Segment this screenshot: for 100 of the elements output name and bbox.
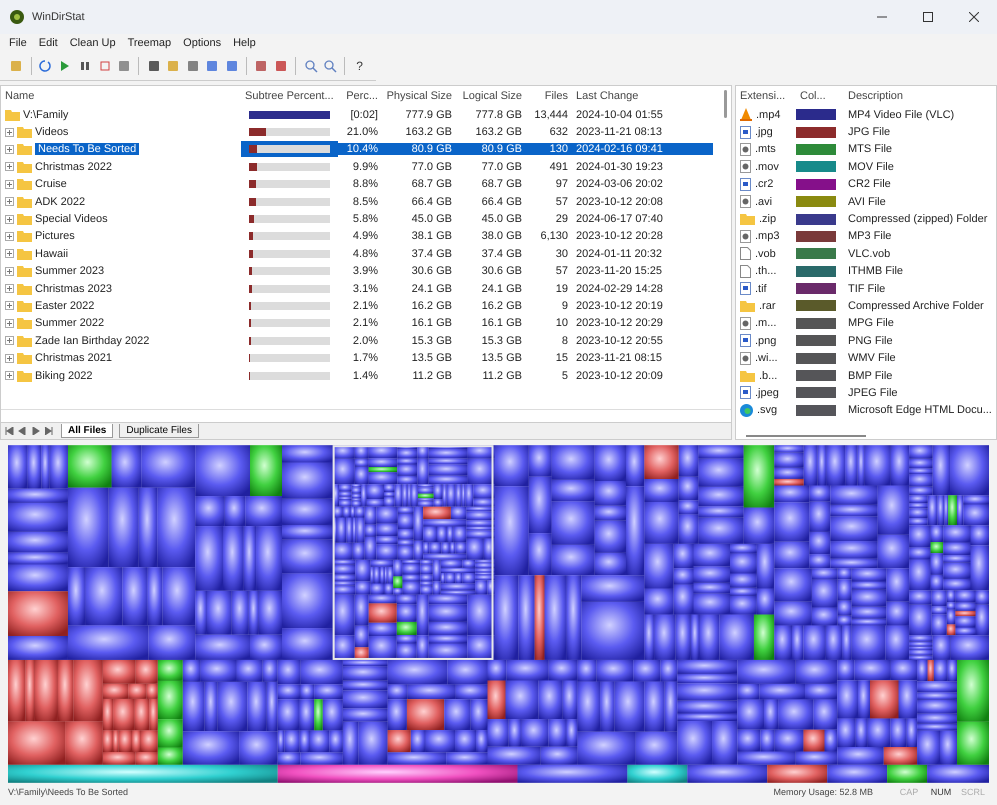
extension-label: .cr2 — [755, 178, 774, 190]
table-cell-text: 24.1 GB — [480, 282, 523, 295]
expand-icon[interactable] — [5, 301, 14, 310]
table-row[interactable]: V:\Family [0:02] 777.9 GB 777.8 GB 13,444 2024-10-04 01:55 — [1, 106, 713, 124]
table-cell: 10.4% — [338, 143, 382, 156]
sheet-tab[interactable]: Duplicate Files — [119, 424, 199, 438]
image-file-icon — [740, 282, 751, 296]
table-row[interactable]: Summer 2023 3.9% 30.6 GB 30.6 GB 57 2023-11-20 15:25 — [1, 262, 713, 280]
expand-icon[interactable] — [5, 128, 14, 137]
table-row[interactable]: Biking 2022 1.4% 11.2 GB 11.2 GB 5 2023-10-12 20:09 — [1, 366, 713, 384]
table-cell-text: 37.4 GB — [480, 248, 523, 260]
extension-label: .b... — [759, 370, 778, 382]
table-cell-text: 6,130 — [539, 230, 569, 242]
table-cell-text: 777.9 GB — [404, 108, 453, 121]
table-cell-text: 30.6 GB — [480, 265, 523, 278]
table-row[interactable]: Needs To Be Sorted 10.4% 80.9 GB 80.9 GB 130 2024-02-16 09:41 — [1, 140, 713, 158]
description-cell-text: BMP File — [847, 370, 894, 382]
table-cell-text: 10 — [554, 317, 569, 330]
expand-icon[interactable] — [5, 318, 14, 328]
scrollbar-thumb[interactable] — [724, 90, 727, 118]
table-cell-text: 8 — [560, 334, 569, 347]
description-cell-text: MPG File — [847, 317, 895, 330]
table-cell-text: 4.8% — [352, 248, 379, 260]
column-header[interactable]: Description — [844, 90, 996, 102]
expand-icon[interactable] — [5, 284, 14, 294]
table-cell-text: 2023-10-12 20:09 — [575, 370, 664, 382]
expand-icon[interactable] — [5, 354, 14, 363]
column-header[interactable]: Last Change — [572, 90, 713, 102]
treemap-drawing[interactable] — [8, 445, 989, 783]
memory-usage: Memory Usage: 52.8 MB — [773, 787, 873, 797]
table-row[interactable]: Videos 21.0% 163.2 GB 163.2 GB 632 2023-11-21 08:13 — [1, 123, 713, 141]
table-cell-text: 2024-01-11 20:32 — [575, 248, 664, 260]
expand-icon[interactable] — [5, 197, 14, 206]
table-cell-text: 37.4 GB — [410, 248, 453, 260]
extension-label: .rar — [759, 300, 776, 312]
table-row[interactable]: Christmas 2021 1.7% 13.5 GB 13.5 GB 15 2023-11-21 08:15 — [1, 349, 713, 367]
expand-icon[interactable] — [5, 336, 14, 346]
table-row[interactable]: Special Videos 5.8% 45.0 GB 45.0 GB 29 2024-06-17 07:40 — [1, 210, 713, 228]
table-cell-text: 21.0% — [346, 126, 379, 138]
folder-name: Christmas 2021 — [35, 352, 112, 364]
table-cell-text: 57 — [554, 265, 569, 278]
description-cell-text: AVI File — [847, 196, 887, 208]
folder-name: Easter 2022 — [35, 300, 94, 312]
menu-item[interactable]: Options — [178, 36, 226, 50]
expand-icon[interactable] — [5, 180, 14, 189]
expand-icon[interactable] — [5, 232, 14, 241]
table-row[interactable]: ADK 2022 8.5% 66.4 GB 66.4 GB 57 2023-10-12 20:08 — [1, 192, 713, 210]
key-indicator: SCRL — [960, 787, 986, 797]
file-icon — [740, 264, 751, 278]
table-cell-text: 97 — [554, 178, 569, 190]
media-file-icon — [740, 316, 751, 330]
image-file-icon — [740, 334, 751, 348]
table-cell-text: 15.3 GB — [410, 334, 453, 347]
table-row[interactable]: Zade Ian Birthday 2022 2.0% 15.3 GB 15.3 GB 8 2023-10-12 20:55 — [1, 332, 713, 350]
image-file-icon — [740, 178, 751, 191]
extension-label: .zip — [759, 213, 776, 226]
tab-navigation-arrows-icon[interactable] — [5, 427, 55, 435]
table-cell-text: 2024-02-29 14:28 — [575, 282, 664, 295]
menu-item[interactable]: Edit — [34, 36, 63, 50]
table-row[interactable]: Summer 2022 2.1% 16.1 GB 16.1 GB 10 2023-10-12 20:29 — [1, 314, 713, 332]
extension-label: .svg — [757, 404, 778, 416]
expand-icon[interactable] — [5, 162, 14, 172]
column-header[interactable]: Physical Size — [382, 90, 456, 102]
column-header[interactable]: Subtree Percent... — [241, 90, 338, 102]
extension-label: .tif — [755, 282, 767, 295]
folder-name: Summer 2022 — [35, 317, 104, 330]
table-cell-text: 2023-10-12 20:29 — [575, 317, 664, 330]
column-header[interactable]: Name — [1, 90, 241, 102]
expand-icon[interactable] — [5, 371, 14, 380]
help-button[interactable]: ? — [351, 56, 368, 76]
table-row[interactable]: Christmas 2023 3.1% 24.1 GB 24.1 GB 19 2024-02-29 14:28 — [1, 280, 713, 298]
column-header[interactable]: Col... — [796, 90, 844, 102]
column-header[interactable]: Perc... — [338, 90, 382, 102]
extension-label: .png — [755, 334, 776, 347]
menu-item[interactable]: Help — [228, 36, 261, 50]
table-cell-text: 2024-01-30 19:23 — [575, 160, 664, 173]
column-header[interactable]: Files — [526, 90, 572, 102]
table-row[interactable]: Pictures 4.9% 38.1 GB 38.0 GB 6,130 2023-10-12 20:28 — [1, 228, 713, 246]
sheet-tab[interactable]: All Files — [61, 424, 114, 438]
table-cell-text: 2023-11-21 08:15 — [575, 352, 664, 364]
menu-item[interactable]: File — [4, 36, 32, 50]
table-cell-text: 8.5% — [352, 196, 379, 208]
expand-icon[interactable] — [5, 249, 14, 258]
table-cell-text: 163.2 GB — [404, 126, 453, 138]
table-row[interactable]: Hawaii 4.8% 37.4 GB 37.4 GB 30 2024-01-11 20:32 — [1, 245, 713, 263]
table-row[interactable]: Easter 2022 2.1% 16.2 GB 16.2 GB 9 2023-10-12 20:19 — [1, 297, 713, 315]
expand-icon[interactable] — [5, 266, 14, 276]
extension-label: .mov — [755, 160, 779, 173]
column-header[interactable]: Extensi... — [736, 90, 796, 102]
expand-icon[interactable] — [5, 144, 14, 154]
expand-icon[interactable] — [5, 214, 14, 224]
maximize-icon — [923, 12, 933, 22]
extension-label: .m... — [755, 317, 776, 330]
column-header[interactable]: Logical Size — [456, 90, 526, 102]
menu-item[interactable]: Clean Up — [64, 36, 121, 50]
table-cell-text: 3.1% — [352, 282, 379, 295]
table-cell-text: 66.4 GB — [410, 196, 453, 208]
table-row[interactable]: Cruise 8.8% 68.7 GB 68.7 GB 97 2024-03-06 20:02 — [1, 176, 713, 193]
table-row[interactable]: Christmas 2022 9.9% 77.0 GB 77.0 GB 491 2024-01-30 19:23 — [1, 158, 713, 176]
menu-item[interactable]: Treemap — [122, 36, 176, 50]
